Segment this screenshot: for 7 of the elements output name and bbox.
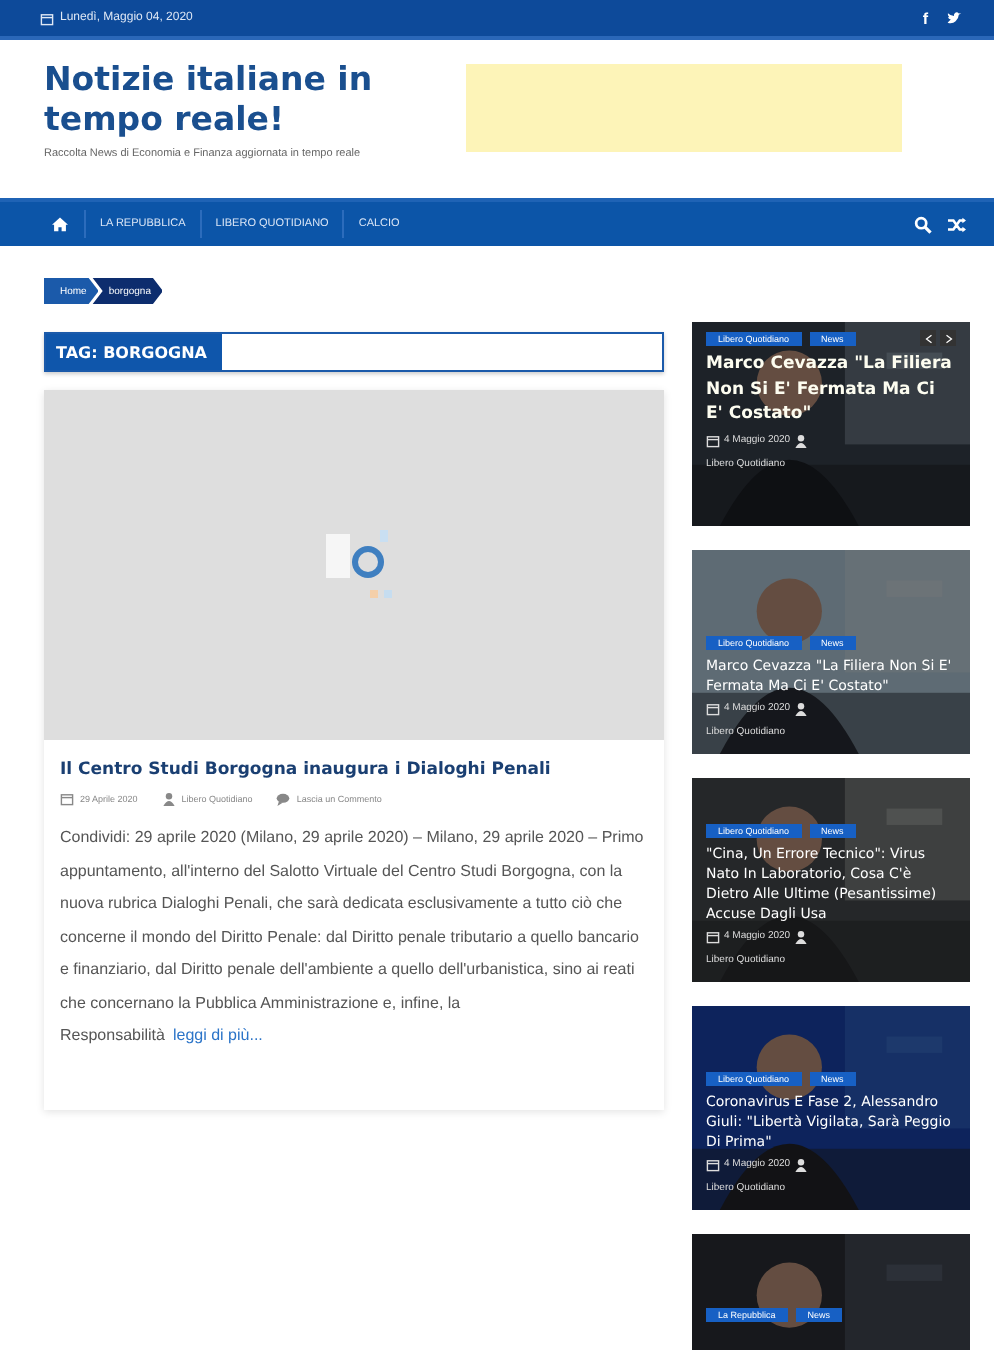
post-title[interactable]: Marco Cevazza "La Filiera Non Si E' Fermata Ma Ci E' Costato" <box>706 352 956 427</box>
site-title[interactable]: Notizie italiane in tempo reale! <box>44 60 454 140</box>
post-title[interactable]: Il Centro Studi Borgogna inaugura i Dialoghi Penali <box>60 760 648 780</box>
facebook-link[interactable]: f <box>922 9 928 27</box>
archive-title: TAG: BORGOGNA <box>46 334 223 370</box>
read-more-link[interactable]: leggi di più... <box>172 1026 263 1044</box>
post-excerpt: Condividi: 29 aprile 2020 (Milano, 29 aprile 2020) – Milano, 29 aprile 2020 – Primo appuntamento, all'interno del Salotto Virtuale del Centro Studi Borgogna, con la nuova rubrica Dialoghi Penali, che sarà dedicata esclusivamente a tutto ciò che concerne il mondo del Diritto Penale: dal Diritto penale tributario a quello bancario e finanziario, dal Diritto penale dell'ambiente a quello dell'urbanistica, sino ai reati che concernano la Pubblica Amministrazione e, infine, la Responsabilità leggi di più... <box>60 826 646 1048</box>
